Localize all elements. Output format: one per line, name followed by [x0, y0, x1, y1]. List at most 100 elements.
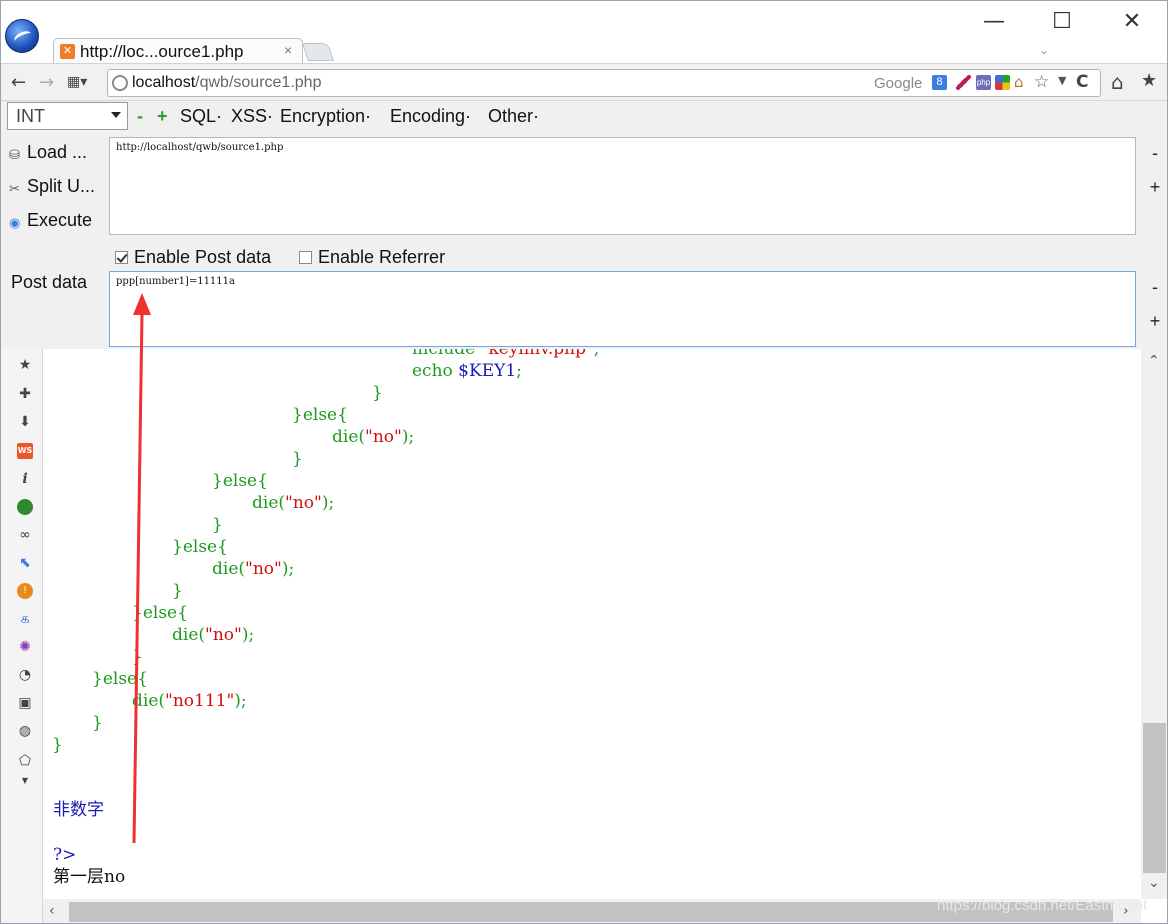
- scroll-up-icon[interactable]: ⌃: [1148, 353, 1160, 369]
- bookmark-icon[interactable]: ★: [1141, 70, 1157, 91]
- tab-list-icon[interactable]: ⌄: [1039, 43, 1049, 57]
- grid-icon[interactable]: ▣: [17, 695, 33, 711]
- checkbox-unchecked-icon: [299, 251, 312, 264]
- new-tab-button[interactable]: [302, 43, 334, 61]
- download-icon[interactable]: ⬇: [17, 414, 33, 430]
- code-line: }: [132, 647, 143, 667]
- decrease-button[interactable]: -: [137, 106, 143, 127]
- code-line: }else{: [292, 405, 348, 425]
- globe-icon: [112, 75, 128, 91]
- diamond-icon[interactable]: ⬠: [17, 753, 33, 769]
- code-line: }: [372, 383, 383, 403]
- url-text[interactable]: localhost/qwb/source1.php: [132, 74, 321, 92]
- execute-button[interactable]: ◉ Execute: [9, 210, 92, 231]
- menu-xss[interactable]: XSS·: [231, 106, 273, 127]
- tab-close-icon[interactable]: ×: [284, 42, 292, 58]
- hackbar-panel: INT - + SQL· XSS· Encryption· Encoding· …: [1, 101, 1167, 349]
- home-extension-icon[interactable]: ⌂: [1014, 73, 1030, 91]
- vertical-scrollbar[interactable]: ⌃ ⌄: [1141, 349, 1167, 899]
- ws-icon[interactable]: WS: [17, 443, 33, 459]
- enable-post-checkbox[interactable]: Enable Post data: [115, 247, 271, 268]
- php-extension-icon[interactable]: php: [976, 75, 991, 90]
- checkbox-checked-icon: [115, 251, 128, 264]
- search-engine-badge[interactable]: 8: [932, 75, 947, 90]
- type-select-value: INT: [16, 106, 45, 126]
- maximize-button[interactable]: ☐: [1039, 7, 1085, 39]
- watermark: https://blog.csdn.net/Eastmount: [937, 897, 1148, 914]
- puzzle-extension-icon[interactable]: [995, 75, 1010, 90]
- execute-label: Execute: [27, 210, 93, 230]
- left-toolbar: ★ ✚ ⬇ WS i ∞ ⬉ ! ௧ ✺ ◔ ▣ ◍ ⬠ ▼: [1, 349, 43, 923]
- code-line: }else{: [172, 537, 228, 557]
- url-host: localhost: [132, 74, 196, 91]
- title-bar: ✕ http://loc...ource1.php × ⌄ — ☐ ✕: [1, 1, 1167, 64]
- back-icon[interactable]: ←: [11, 72, 26, 93]
- alert-icon[interactable]: !: [17, 583, 33, 599]
- load-url-button[interactable]: ⛁ Load ...: [9, 142, 87, 163]
- menu-encoding[interactable]: Encoding·: [390, 106, 471, 127]
- increase-button[interactable]: +: [157, 106, 168, 127]
- post-data-label: Post data: [11, 272, 88, 292]
- scroll-left-icon[interactable]: ‹: [49, 903, 55, 919]
- more-tools-icon[interactable]: ▼: [17, 773, 33, 789]
- load-icon: ⛁: [9, 147, 20, 162]
- shield-icon[interactable]: [17, 499, 33, 515]
- split-label: Split U...: [27, 176, 96, 196]
- url-textarea[interactable]: http://localhost/qwb/source1.php: [109, 137, 1136, 235]
- code-line: die("no");: [212, 559, 295, 579]
- navigation-bar: ← → ▦▾ localhost/qwb/source1.php Google …: [1, 63, 1167, 101]
- star-icon[interactable]: ★: [17, 357, 33, 373]
- type-select[interactable]: INT: [7, 102, 128, 130]
- code-line: die("no");: [252, 493, 335, 513]
- feather-extension-icon[interactable]: [956, 75, 971, 90]
- scissors-icon: ✂: [9, 181, 20, 196]
- code-line: }: [292, 449, 303, 469]
- post-grow-button[interactable]: +: [1147, 311, 1163, 332]
- code-line: die("no");: [172, 625, 255, 645]
- tab-source1[interactable]: ✕ http://loc...ource1.php ×: [53, 38, 303, 64]
- palette-icon[interactable]: ◔: [17, 667, 33, 683]
- code-line: }: [92, 713, 103, 733]
- enable-referrer-checkbox[interactable]: Enable Referrer: [299, 247, 445, 268]
- tab-title: http://loc...ource1.php: [80, 42, 244, 61]
- link-icon[interactable]: ∞: [17, 527, 33, 543]
- swirl-icon[interactable]: ௧: [17, 611, 33, 627]
- address-bar[interactable]: localhost/qwb/source1.php Google 8 php ⌂…: [107, 69, 1101, 97]
- forward-icon[interactable]: →: [39, 72, 54, 93]
- enable-referrer-label: Enable Referrer: [318, 247, 446, 267]
- scroll-down-icon[interactable]: ⌄: [1148, 875, 1160, 891]
- star-bookmark-icon[interactable]: ☆: [1034, 72, 1049, 92]
- search-engine-label[interactable]: Google: [874, 75, 922, 92]
- split-url-button[interactable]: ✂ Split U...: [9, 176, 95, 197]
- cursor-icon[interactable]: ⬉: [17, 555, 33, 571]
- enable-post-label: Enable Post data: [134, 247, 272, 267]
- php-close-tag: ?>: [53, 845, 77, 865]
- menu-sql[interactable]: SQL·: [180, 106, 222, 127]
- reload-icon[interactable]: C: [1076, 72, 1088, 92]
- post-data-textarea[interactable]: ppp[number1]=11111a: [109, 271, 1136, 347]
- puzzle-icon[interactable]: ✚: [17, 386, 33, 402]
- code-line: include "keyllnv.php";: [412, 349, 600, 359]
- code-line: echo $KEY1;: [412, 361, 522, 381]
- menu-encryption[interactable]: Encryption·: [280, 106, 371, 127]
- close-window-button[interactable]: ✕: [1109, 7, 1155, 39]
- url-grow-button[interactable]: +: [1147, 177, 1163, 198]
- menu-other[interactable]: Other·: [488, 106, 539, 127]
- bug-icon[interactable]: ✺: [17, 639, 33, 655]
- post-shrink-button[interactable]: -: [1147, 277, 1163, 298]
- chevron-down-icon: [111, 112, 121, 118]
- code-line: }else{: [212, 471, 268, 491]
- code-line: }else{: [92, 669, 148, 689]
- vertical-scroll-thumb[interactable]: [1143, 723, 1166, 873]
- sphere-icon[interactable]: ◍: [17, 723, 33, 739]
- code-line: }: [212, 515, 223, 535]
- page-content: include "keyllnv.php"; echo $KEY1; } }el…: [43, 349, 1141, 899]
- info-icon[interactable]: i: [17, 471, 33, 487]
- minimize-button[interactable]: —: [971, 7, 1017, 39]
- output-result: 第一层no: [53, 867, 126, 887]
- url-shrink-button[interactable]: -: [1147, 143, 1163, 164]
- home-icon[interactable]: ⌂: [1111, 70, 1124, 94]
- apps-menu-icon[interactable]: ▦▾: [67, 74, 87, 90]
- browser-logo-icon[interactable]: [5, 19, 39, 53]
- dropdown-arrow-icon[interactable]: ▼: [1058, 74, 1066, 87]
